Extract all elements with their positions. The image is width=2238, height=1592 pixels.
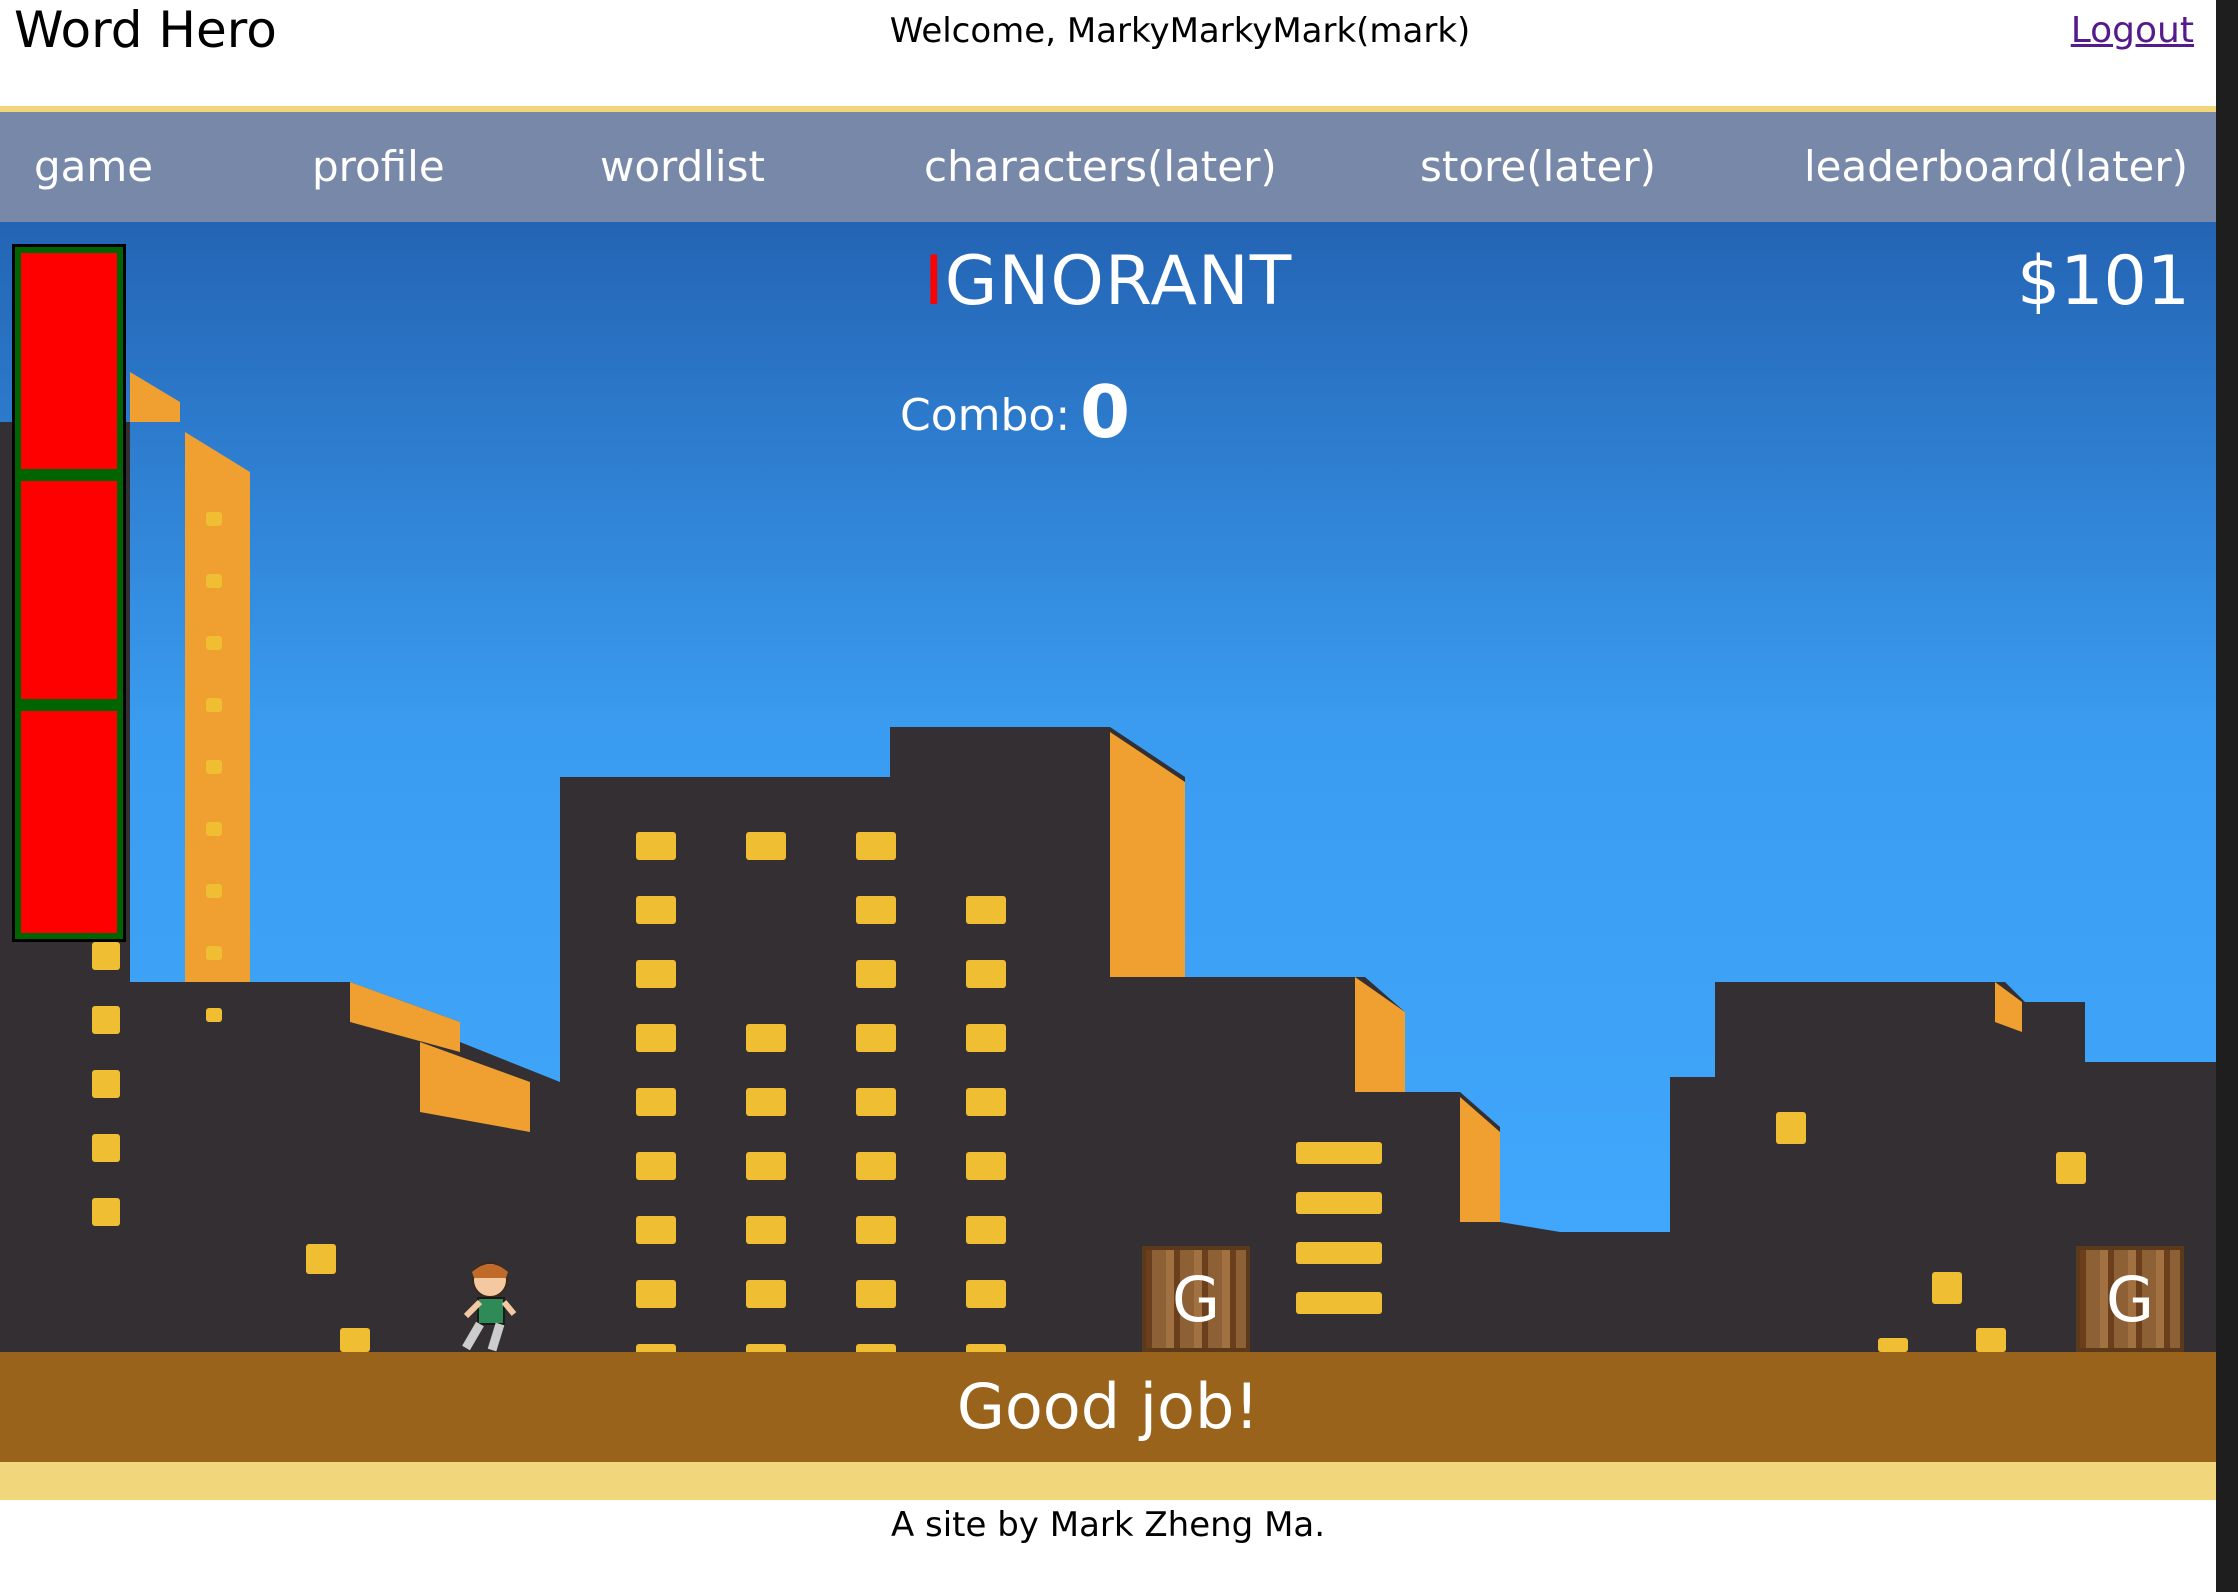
letter-crate: G xyxy=(2076,1246,2184,1352)
building-window xyxy=(92,1198,120,1226)
building-window xyxy=(636,896,676,924)
combo-value: 0 xyxy=(1080,370,1131,454)
building-window xyxy=(856,1216,896,1244)
nav-item-characters[interactable]: characters(later) xyxy=(924,112,1277,222)
game-canvas[interactable]: IGNORANT $101 Combo: 0 G G xyxy=(0,222,2216,1352)
building-window xyxy=(746,1280,786,1308)
nav-item-leaderboard[interactable]: leaderboard(later) xyxy=(1804,112,2188,222)
building-window xyxy=(856,896,896,924)
money-display: $101 xyxy=(2016,242,2190,321)
building-window xyxy=(206,822,222,836)
current-letter: I xyxy=(923,242,945,321)
building-shape xyxy=(250,982,560,1352)
nav-bar: game profile wordlist characters(later) … xyxy=(0,112,2216,222)
building-window xyxy=(966,1280,1006,1308)
building-window xyxy=(92,942,120,970)
building-window xyxy=(636,1088,676,1116)
building-window xyxy=(206,512,222,526)
building-window xyxy=(206,946,222,960)
nav-item-wordlist[interactable]: wordlist xyxy=(600,112,765,222)
building-window xyxy=(746,832,786,860)
nav-item-profile[interactable]: profile xyxy=(312,112,445,222)
building-window xyxy=(746,1024,786,1052)
building-window xyxy=(1878,1338,1908,1352)
building-window xyxy=(206,636,222,650)
building-window xyxy=(206,574,222,588)
health-bar-segment xyxy=(21,711,117,933)
status-message: Good job! xyxy=(956,1370,1260,1443)
building-window xyxy=(92,1070,120,1098)
site-credit: A site by Mark Zheng Ma. xyxy=(890,1505,1326,1545)
building-window xyxy=(92,1134,120,1162)
building-window xyxy=(966,1088,1006,1116)
building-window xyxy=(966,1216,1006,1244)
nav-item-game[interactable]: game xyxy=(34,112,153,222)
building-window xyxy=(746,1216,786,1244)
building-window xyxy=(306,1244,336,1274)
building-window xyxy=(856,1024,896,1052)
crate-letter: G xyxy=(1171,1263,1221,1336)
building-window xyxy=(966,1152,1006,1180)
building-window xyxy=(636,960,676,988)
target-word: IGNORANT xyxy=(0,242,2216,321)
building-shape xyxy=(1460,1097,1500,1222)
building-window xyxy=(856,1280,896,1308)
building-window xyxy=(746,1344,786,1352)
building-window xyxy=(206,884,222,898)
building-window xyxy=(1976,1328,2006,1352)
building-window xyxy=(636,1024,676,1052)
building-window xyxy=(966,896,1006,924)
building-window xyxy=(206,760,222,774)
building-window xyxy=(636,1216,676,1244)
building-window xyxy=(340,1328,370,1352)
building-window xyxy=(856,1152,896,1180)
building-window xyxy=(92,1006,120,1034)
devtools-edge xyxy=(2216,0,2238,1592)
building-window xyxy=(1296,1192,1382,1214)
crate-letter: G xyxy=(2105,1263,2155,1336)
health-bar-segment xyxy=(21,481,117,699)
building-window xyxy=(1776,1112,1806,1144)
building-window xyxy=(1296,1242,1382,1264)
building-window xyxy=(1296,1292,1382,1314)
building-window xyxy=(636,832,676,860)
building-window xyxy=(856,1344,896,1352)
footer-band xyxy=(0,1462,2216,1500)
building-window xyxy=(636,1152,676,1180)
status-bar: Good job! xyxy=(0,1352,2216,1462)
building-shape xyxy=(560,727,1560,1352)
building-shape xyxy=(1110,732,1185,977)
building-window xyxy=(966,1024,1006,1052)
welcome-message: Welcome, MarkyMarkyMark(mark) xyxy=(889,11,1471,51)
logout-link[interactable]: Logout xyxy=(2071,6,2194,56)
building-shape xyxy=(130,372,180,422)
building-window xyxy=(746,1152,786,1180)
building-window xyxy=(2056,1152,2086,1184)
building-window xyxy=(856,960,896,988)
building-window xyxy=(1932,1272,1962,1304)
building-window xyxy=(966,1344,1006,1352)
health-meter xyxy=(12,244,126,942)
header: Word Hero Welcome, MarkyMarkyMark(mark) … xyxy=(0,0,2216,106)
combo-label: Combo: xyxy=(900,390,1071,441)
building-window xyxy=(206,698,222,712)
remaining-letters: GNORANT xyxy=(944,242,1293,321)
building-window xyxy=(966,960,1006,988)
building-window xyxy=(746,1088,786,1116)
building-window xyxy=(636,1280,676,1308)
building-window xyxy=(206,1008,222,1022)
building-window xyxy=(1296,1142,1382,1164)
building-window xyxy=(636,1344,676,1352)
health-bar-segment xyxy=(21,253,117,469)
building-window xyxy=(856,1088,896,1116)
building-window xyxy=(856,832,896,860)
letter-crate: G xyxy=(1142,1246,1250,1352)
nav-item-store[interactable]: store(later) xyxy=(1420,112,1656,222)
